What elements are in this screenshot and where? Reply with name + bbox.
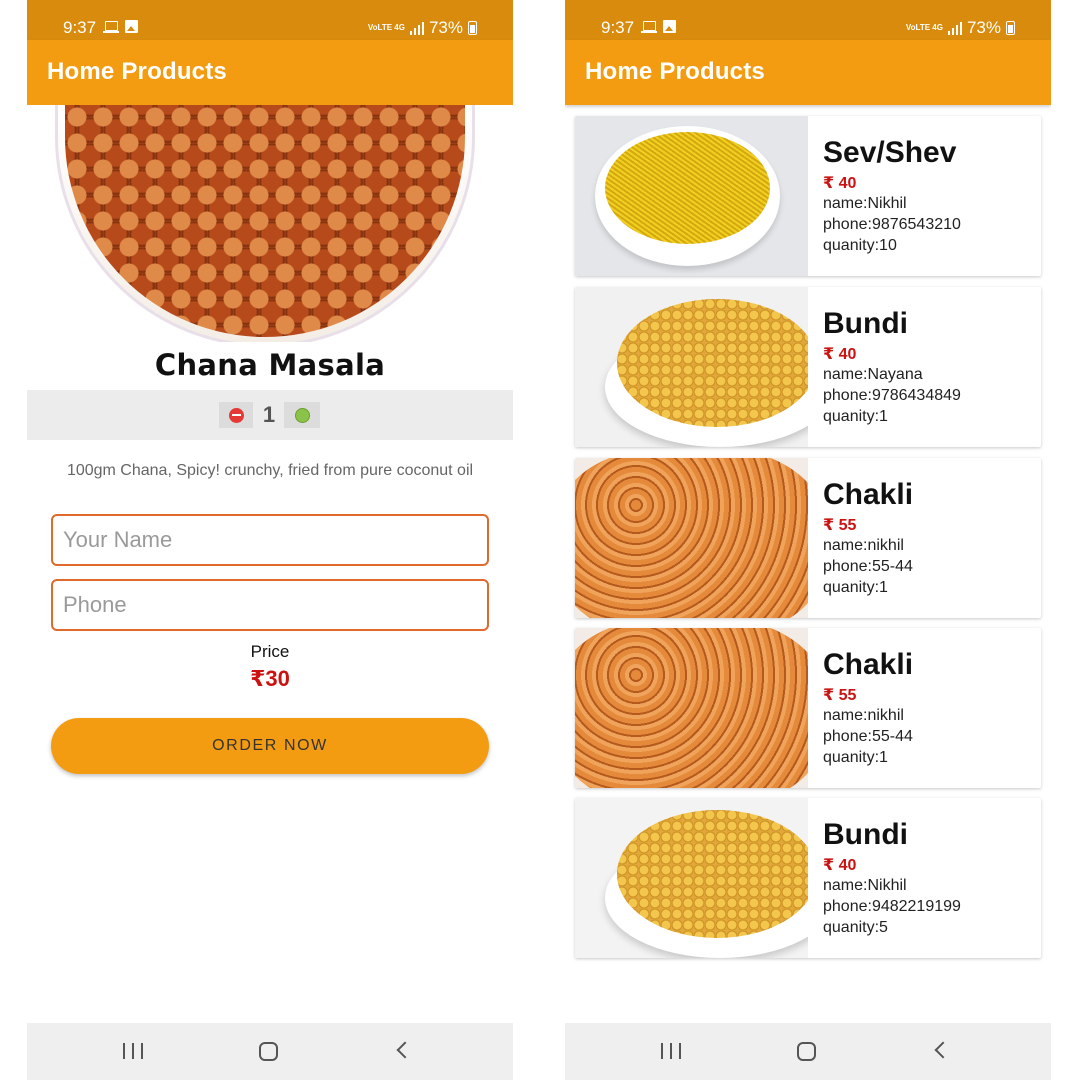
product-title: Chakli bbox=[823, 648, 914, 681]
product-title: Chakli bbox=[823, 478, 914, 511]
product-title: Bundi bbox=[823, 307, 908, 340]
customer-phone: phone:9876543210 bbox=[823, 216, 961, 233]
product-image bbox=[575, 628, 808, 788]
home-icon[interactable] bbox=[797, 1042, 816, 1061]
product-card[interactable]: Bundi ₹ 40 name:Nikhil phone:9482219199 … bbox=[575, 798, 1041, 958]
image-icon bbox=[663, 20, 676, 33]
product-image bbox=[575, 287, 808, 447]
order-quantity: quanity:1 bbox=[823, 579, 888, 596]
system-nav-bar bbox=[565, 1023, 1051, 1080]
signal-icon bbox=[947, 21, 962, 35]
app-bar: Home Products bbox=[27, 40, 513, 105]
order-now-button[interactable]: ORDER NOW bbox=[51, 718, 489, 774]
quantity-stepper: 1 bbox=[27, 390, 513, 440]
quantity-value: 1 bbox=[262, 402, 276, 427]
laptop-icon bbox=[641, 20, 657, 33]
recent-apps-icon[interactable] bbox=[123, 1043, 143, 1059]
back-icon[interactable] bbox=[396, 1041, 414, 1059]
status-bar: 9:37 VoLTE 4G 73% bbox=[27, 0, 513, 40]
image-icon bbox=[125, 20, 138, 33]
chana-food-image bbox=[65, 105, 465, 337]
product-price: ₹ 40 bbox=[823, 857, 857, 874]
order-quantity: quanity:1 bbox=[823, 408, 888, 425]
customer-phone: phone:55-44 bbox=[823, 558, 913, 575]
phone-input[interactable] bbox=[51, 579, 489, 631]
product-card[interactable]: Sev/Shev ₹ 40 name:Nikhil phone:98765432… bbox=[575, 116, 1041, 276]
customer-name: name:Nikhil bbox=[823, 195, 907, 212]
product-image bbox=[575, 458, 808, 618]
customer-name: name:Nayana bbox=[823, 366, 923, 383]
customer-name: name:nikhil bbox=[823, 707, 904, 724]
product-card[interactable]: Chakli ₹ 55 name:nikhil phone:55-44 quan… bbox=[575, 628, 1041, 788]
customer-phone: phone:55-44 bbox=[823, 728, 913, 745]
product-image bbox=[27, 105, 513, 342]
product-price: ₹ 40 bbox=[823, 175, 857, 192]
price-value: ₹30 bbox=[250, 666, 290, 691]
product-title: Bundi bbox=[823, 818, 908, 851]
customer-name: name:nikhil bbox=[823, 537, 904, 554]
product-title: Sev/Shev bbox=[823, 136, 957, 169]
customer-phone: phone:9786434849 bbox=[823, 387, 961, 404]
minus-icon bbox=[228, 407, 244, 423]
status-bar: 9:37 VoLTE 4G 73% bbox=[565, 0, 1051, 40]
product-card[interactable]: Chakli ₹ 55 name:nikhil phone:55-44 quan… bbox=[575, 458, 1041, 618]
product-card[interactable]: Bundi ₹ 40 name:Nayana phone:9786434849 … bbox=[575, 287, 1041, 447]
increase-quantity-button[interactable] bbox=[284, 402, 320, 428]
order-quantity: quanity:10 bbox=[823, 237, 897, 254]
name-input[interactable] bbox=[51, 514, 489, 566]
order-quantity: quanity:5 bbox=[823, 919, 888, 936]
status-time: 9:37 bbox=[63, 18, 97, 37]
product-price: ₹ 55 bbox=[823, 687, 857, 704]
back-icon[interactable] bbox=[934, 1041, 952, 1059]
customer-name: name:Nikhil bbox=[823, 877, 907, 894]
decrease-quantity-button[interactable] bbox=[219, 402, 253, 428]
battery-icon bbox=[1006, 21, 1015, 35]
product-description: 100gm Chana, Spicy! crunchy, fried from … bbox=[66, 462, 474, 479]
recent-apps-icon[interactable] bbox=[661, 1043, 681, 1059]
product-image bbox=[575, 116, 808, 276]
product-detail-screen: 9:37 VoLTE 4G 73% Home Products Chana Ma… bbox=[27, 0, 513, 1080]
network-badge: VoLTE 4G bbox=[905, 23, 943, 32]
system-nav-bar bbox=[27, 1023, 513, 1080]
app-title: Home Products bbox=[47, 58, 227, 85]
network-badge: VoLTE 4G bbox=[367, 23, 405, 32]
product-price: ₹ 55 bbox=[823, 517, 857, 534]
home-icon[interactable] bbox=[259, 1042, 278, 1061]
product-list-screen: 9:37 VoLTE 4G 73% Home Products Sev/Shev… bbox=[565, 0, 1051, 1080]
signal-icon bbox=[409, 21, 424, 35]
battery-percent: 73% bbox=[428, 18, 463, 37]
app-bar: Home Products bbox=[565, 40, 1051, 105]
plus-icon bbox=[294, 407, 310, 423]
price-label: Price bbox=[250, 642, 290, 661]
battery-icon bbox=[468, 21, 477, 35]
status-time: 9:37 bbox=[601, 18, 635, 37]
app-title: Home Products bbox=[585, 58, 765, 85]
laptop-icon bbox=[103, 20, 119, 33]
product-title: Chana Masala bbox=[154, 348, 386, 382]
order-quantity: quanity:1 bbox=[823, 749, 888, 766]
product-image bbox=[575, 798, 808, 958]
customer-phone: phone:9482219199 bbox=[823, 898, 961, 915]
product-price: ₹ 40 bbox=[823, 346, 857, 363]
battery-percent: 73% bbox=[966, 18, 1001, 37]
